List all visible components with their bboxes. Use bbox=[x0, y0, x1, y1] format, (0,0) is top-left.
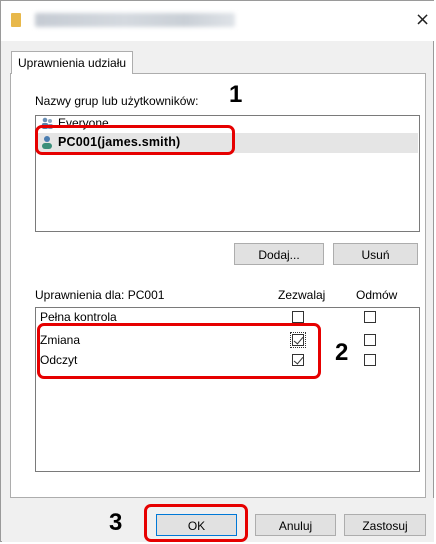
cancel-button[interactable]: Anuluj bbox=[255, 514, 336, 536]
dialog-window: × Uprawnienia udziału Nazwy grup lub uży… bbox=[0, 0, 435, 542]
callout-1: 1 bbox=[229, 81, 243, 108]
tab-share-permissions[interactable]: Uprawnienia udziału bbox=[11, 51, 134, 74]
folder-icon bbox=[11, 13, 21, 27]
apply-button[interactable]: Zastosuj bbox=[344, 514, 426, 536]
title-bar[interactable]: × bbox=[1, 1, 435, 41]
permissions-heading: Uprawnienia dla: PC001 bbox=[35, 288, 165, 302]
window-title-redacted bbox=[35, 13, 235, 27]
callout-3: 3 bbox=[109, 509, 123, 536]
checkbox-full-control-allow[interactable] bbox=[292, 311, 304, 323]
deny-column-header: Odmów bbox=[356, 288, 398, 302]
add-button[interactable]: Dodaj... bbox=[234, 243, 324, 265]
highlight-box-user bbox=[35, 125, 235, 155]
checkbox-full-control-deny[interactable] bbox=[364, 311, 376, 323]
close-button[interactable]: × bbox=[415, 9, 430, 30]
remove-button[interactable]: Usuń bbox=[333, 243, 418, 265]
highlight-box-ok bbox=[144, 504, 248, 542]
checkbox-read-deny[interactable] bbox=[364, 354, 376, 366]
highlight-box-permissions bbox=[37, 323, 321, 379]
allow-column-header: Zezwalaj bbox=[278, 288, 326, 302]
callout-2: 2 bbox=[335, 339, 349, 366]
checkbox-change-deny[interactable] bbox=[364, 334, 376, 346]
groups-heading: Nazwy grup lub użytkowników: bbox=[35, 94, 199, 108]
perm-label-full-control: Pełna kontrola bbox=[40, 310, 117, 324]
